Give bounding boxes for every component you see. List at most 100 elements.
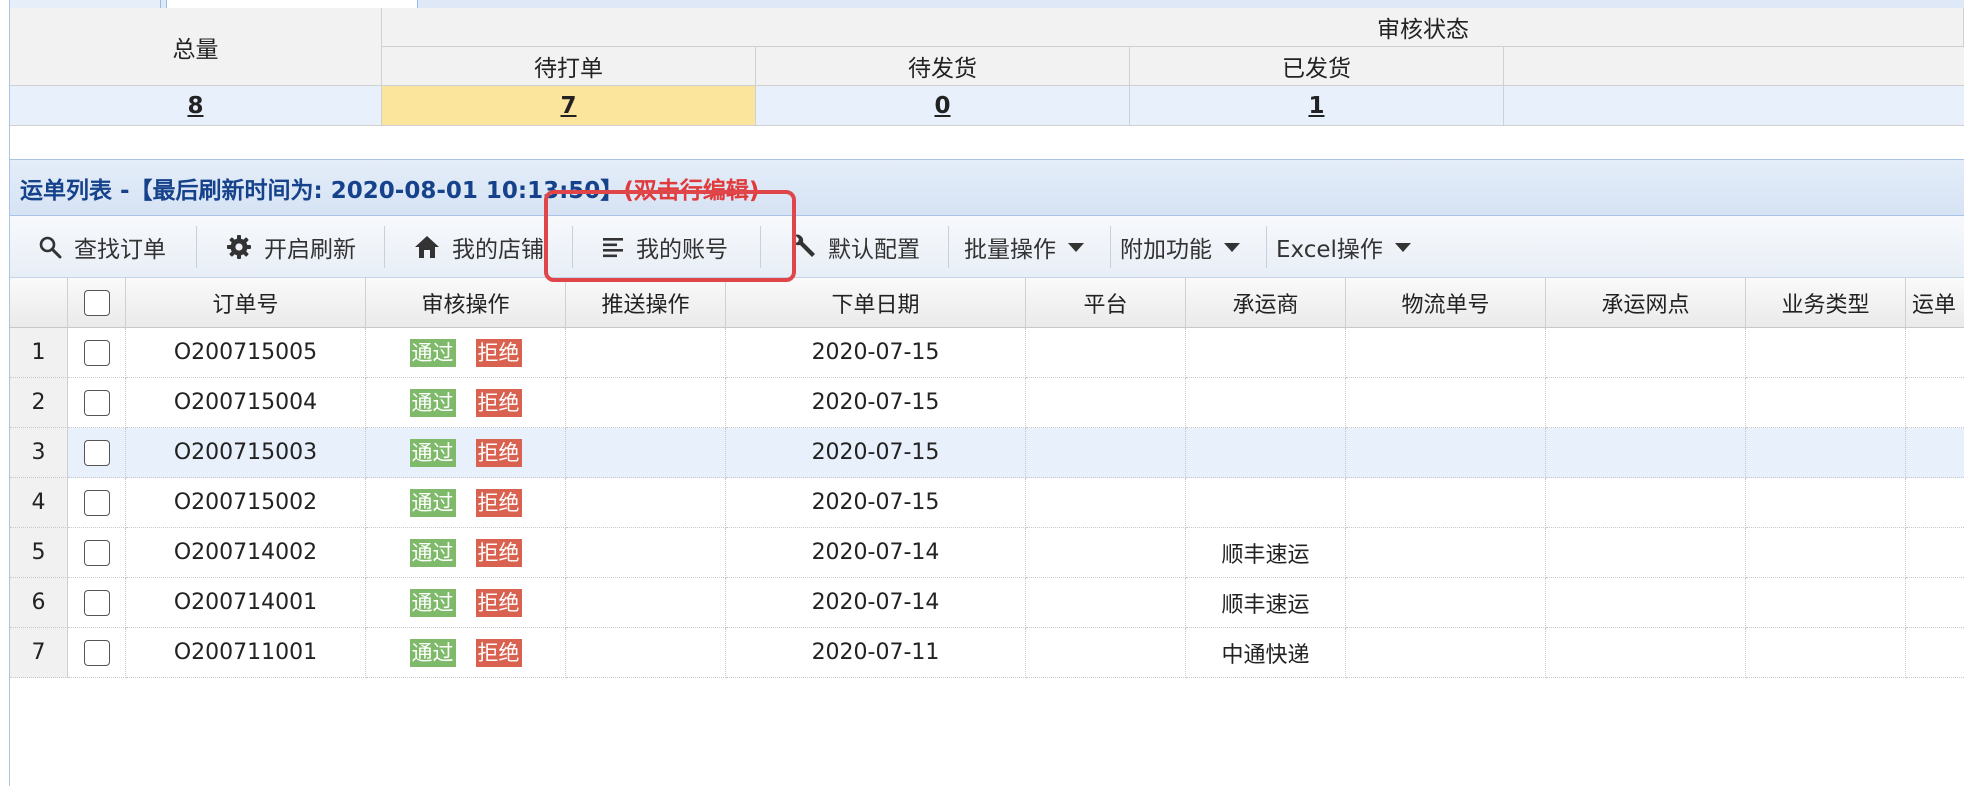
push-action <box>566 528 726 578</box>
row-checkbox-cell <box>68 378 126 428</box>
tracking-no <box>1346 528 1546 578</box>
pass-button[interactable]: 通过 <box>409 388 456 417</box>
platform <box>1026 378 1186 428</box>
business-type <box>1746 428 1906 478</box>
review-actions: 通过 拒绝 <box>366 528 566 578</box>
order-date: 2020-07-14 <box>726 528 1026 578</box>
row-checkbox[interactable] <box>83 589 110 616</box>
header-carrier-outlet[interactable]: 承运网点 <box>1546 278 1746 328</box>
auto-refresh-button[interactable]: 开启刷新 <box>226 216 356 278</box>
table-row[interactable]: 1 O200715005 通过 拒绝 2020-07-15 <box>10 328 1964 378</box>
carrier <box>1186 478 1346 528</box>
carrier <box>1186 428 1346 478</box>
my-shop-button[interactable]: 我的店铺 <box>414 216 544 278</box>
excel-ops-dropdown[interactable]: Excel操作 <box>1276 216 1411 278</box>
table-row[interactable]: 4 O200715002 通过 拒绝 2020-07-15 <box>10 478 1964 528</box>
pass-button[interactable]: 通过 <box>409 438 456 467</box>
row-checkbox[interactable] <box>83 639 110 666</box>
header-platform[interactable]: 平台 <box>1026 278 1186 328</box>
extra-features-dropdown[interactable]: 附加功能 <box>1120 216 1240 278</box>
order-no: O200715005 <box>126 328 366 378</box>
pass-button[interactable]: 通过 <box>409 588 456 617</box>
edit-hint: (双击行编辑) <box>623 177 760 204</box>
row-checkbox[interactable] <box>83 539 110 566</box>
find-order-button[interactable]: 查找订单 <box>38 216 166 278</box>
order-no: O200715003 <box>126 428 366 478</box>
reject-button[interactable]: 拒绝 <box>475 638 522 667</box>
tracking-no <box>1346 628 1546 678</box>
rownum-header <box>10 278 68 328</box>
row-checkbox-cell <box>68 428 126 478</box>
row-number: 6 <box>10 578 68 628</box>
row-checkbox[interactable] <box>83 389 110 416</box>
tracking-no <box>1346 378 1546 428</box>
order-date: 2020-07-15 <box>726 328 1026 378</box>
reject-button[interactable]: 拒绝 <box>475 488 522 517</box>
table-row-selected[interactable]: 3 O200715003 通过 拒绝 2020-07-15 <box>10 428 1964 478</box>
header-review-action[interactable]: 审核操作 <box>366 278 566 328</box>
default-config-button[interactable]: 默认配置 <box>790 216 920 278</box>
header-business-type[interactable]: 业务类型 <box>1746 278 1906 328</box>
batch-ops-dropdown[interactable]: 批量操作 <box>964 216 1084 278</box>
toolbar-divider <box>384 226 385 268</box>
order-no: O200715002 <box>126 478 366 528</box>
carrier-outlet <box>1546 428 1746 478</box>
header-waybill[interactable]: 运单 <box>1906 278 1964 328</box>
row-number: 7 <box>10 628 68 678</box>
tracking-no <box>1346 428 1546 478</box>
gear-icon <box>227 235 251 259</box>
reject-button[interactable]: 拒绝 <box>475 588 522 617</box>
row-checkbox[interactable] <box>83 439 110 466</box>
platform <box>1026 528 1186 578</box>
carrier: 中通快递 <box>1186 628 1346 678</box>
reject-button[interactable]: 拒绝 <box>475 388 522 417</box>
total-count-link[interactable]: 8 <box>10 86 382 126</box>
business-type <box>1746 578 1906 628</box>
toolbar-divider <box>760 226 761 268</box>
header-push-action[interactable]: 推送操作 <box>566 278 726 328</box>
table-row[interactable]: 5 O200714002 通过 拒绝 2020-07-14 顺丰速运 <box>10 528 1964 578</box>
order-date: 2020-07-11 <box>726 628 1026 678</box>
reject-button[interactable]: 拒绝 <box>475 538 522 567</box>
push-action <box>566 578 726 628</box>
waybill <box>1906 328 1964 378</box>
waybill <box>1906 578 1964 628</box>
business-type <box>1746 478 1906 528</box>
business-type <box>1746 328 1906 378</box>
header-tracking-no[interactable]: 物流单号 <box>1346 278 1546 328</box>
row-number: 1 <box>10 328 68 378</box>
table-row[interactable]: 6 O200714001 通过 拒绝 2020-07-14 顺丰速运 <box>10 578 1964 628</box>
reject-button[interactable]: 拒绝 <box>475 438 522 467</box>
tab-inactive[interactable] <box>10 0 161 8</box>
pass-button[interactable]: 通过 <box>409 638 456 667</box>
carrier-outlet <box>1546 378 1746 428</box>
business-type <box>1746 378 1906 428</box>
status-group-header: 审核状态 <box>382 8 1964 47</box>
review-actions: 通过 拒绝 <box>366 378 566 428</box>
order-no: O200714001 <box>126 578 366 628</box>
reject-button[interactable]: 拒绝 <box>475 338 522 367</box>
pass-button[interactable]: 通过 <box>409 488 456 517</box>
platform <box>1026 428 1186 478</box>
pass-button[interactable]: 通过 <box>409 338 456 367</box>
business-type <box>1746 628 1906 678</box>
pending-ship-count-link[interactable]: 0 <box>756 86 1130 126</box>
pending-print-count-link[interactable]: 7 <box>382 86 756 126</box>
platform <box>1026 328 1186 378</box>
review-actions: 通过 拒绝 <box>366 328 566 378</box>
status-col-pending-print: 待打单 <box>382 47 756 86</box>
row-checkbox[interactable] <box>83 489 110 516</box>
row-checkbox[interactable] <box>83 339 110 366</box>
my-account-button[interactable]: 我的账号 <box>602 216 728 278</box>
carrier-outlet <box>1546 478 1746 528</box>
header-order-date[interactable]: 下单日期 <box>726 278 1026 328</box>
shipped-count-link[interactable]: 1 <box>1130 86 1504 126</box>
header-carrier[interactable]: 承运商 <box>1186 278 1346 328</box>
toolbar-divider <box>572 226 573 268</box>
table-row[interactable]: 7 O200711001 通过 拒绝 2020-07-11 中通快递 <box>10 628 1964 678</box>
pass-button[interactable]: 通过 <box>409 538 456 567</box>
table-row[interactable]: 2 O200715004 通过 拒绝 2020-07-15 <box>10 378 1964 428</box>
header-order-no[interactable]: 订单号 <box>126 278 366 328</box>
carrier-outlet <box>1546 528 1746 578</box>
select-all-checkbox[interactable] <box>83 289 110 316</box>
